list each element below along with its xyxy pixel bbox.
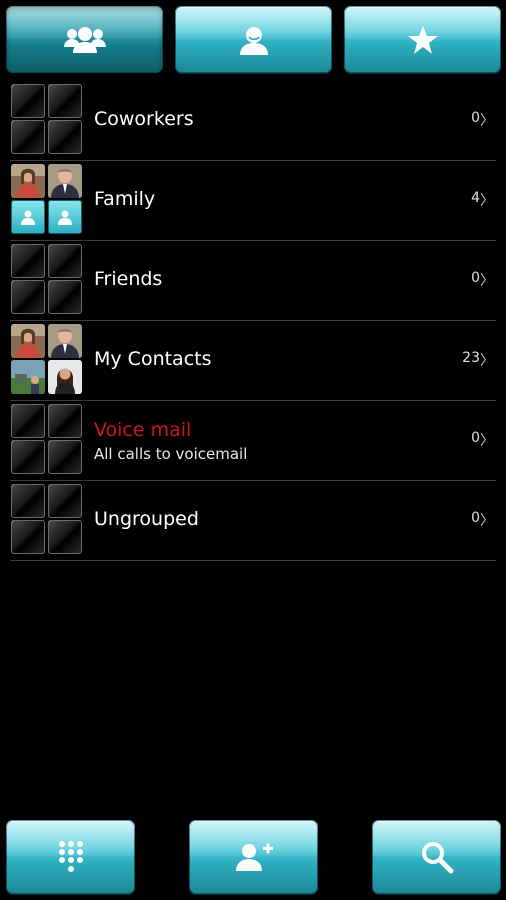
group-row-ungrouped[interactable]: Ungrouped 0 〉 [10, 480, 496, 561]
empty-thumb [11, 120, 45, 154]
chevron-right-icon: 〉 [480, 513, 494, 529]
group-thumbnails [11, 244, 83, 314]
group-count: 23 [462, 350, 480, 366]
group-name: Friends [94, 268, 163, 290]
group-name: My Contacts [94, 348, 212, 370]
contact-icon [239, 26, 268, 55]
group-row-family[interactable]: Family 4 〉 [10, 160, 496, 241]
group-count: 0 [471, 110, 480, 126]
group-thumbnails [11, 484, 83, 554]
tab-favorites[interactable] [344, 6, 501, 73]
empty-thumb [48, 440, 82, 474]
group-count: 0 [471, 430, 480, 446]
empty-thumb [48, 120, 82, 154]
chevron-right-icon: 〉 [480, 273, 494, 289]
add-contact-icon [235, 843, 273, 871]
group-subtitle: All calls to voicemail [94, 445, 248, 463]
empty-thumb [48, 404, 82, 438]
person-icon [58, 210, 72, 225]
tab-contacts[interactable] [175, 6, 332, 73]
groups-icon [63, 26, 106, 53]
group-name: Ungrouped [94, 508, 199, 530]
group-row-my-contacts[interactable]: My Contacts 23 〉 [10, 320, 496, 401]
group-name: Family [94, 188, 156, 210]
search-icon [421, 842, 453, 874]
person-icon [21, 210, 35, 225]
empty-thumb [11, 440, 45, 474]
group-row-voicemail[interactable]: Voice mail All calls to voicemail 0 〉 [10, 400, 496, 481]
chevron-right-icon: 〉 [480, 113, 494, 129]
empty-thumb [11, 404, 45, 438]
contact-photo [48, 164, 82, 198]
empty-thumb [48, 280, 82, 314]
empty-thumb [48, 520, 82, 554]
chevron-right-icon: 〉 [480, 433, 494, 449]
group-name: Voice mail [94, 419, 192, 441]
group-count: 0 [471, 510, 480, 526]
empty-thumb [11, 520, 45, 554]
contact-placeholder [48, 200, 82, 234]
add-contact-button[interactable] [189, 820, 318, 894]
chevron-right-icon: 〉 [480, 353, 494, 369]
group-count: 0 [471, 270, 480, 286]
group-count: 4 [471, 190, 480, 206]
empty-thumb [11, 84, 45, 118]
group-thumbnails [11, 324, 83, 394]
group-row-friends[interactable]: Friends 0 〉 [10, 240, 496, 321]
empty-thumb [11, 484, 45, 518]
empty-thumb [48, 244, 82, 278]
group-row-coworkers[interactable]: Coworkers 0 〉 [10, 80, 496, 161]
contact-photo [48, 324, 82, 358]
empty-thumb [11, 280, 45, 314]
group-name: Coworkers [94, 108, 194, 130]
empty-thumb [48, 84, 82, 118]
group-thumbnails [11, 164, 83, 234]
contact-placeholder [11, 200, 45, 234]
tab-groups[interactable] [6, 6, 163, 73]
group-thumbnails [11, 404, 83, 474]
star-icon [407, 25, 438, 54]
search-button[interactable] [372, 820, 501, 894]
chevron-right-icon: 〉 [480, 193, 494, 209]
contact-photo [48, 360, 82, 394]
dialpad-button[interactable] [6, 820, 135, 894]
contact-photo [11, 360, 45, 394]
empty-thumb [48, 484, 82, 518]
group-thumbnails [11, 84, 83, 154]
contact-photo [11, 164, 45, 198]
dialpad-icon [58, 841, 83, 872]
empty-thumb [11, 244, 45, 278]
contact-photo [11, 324, 45, 358]
